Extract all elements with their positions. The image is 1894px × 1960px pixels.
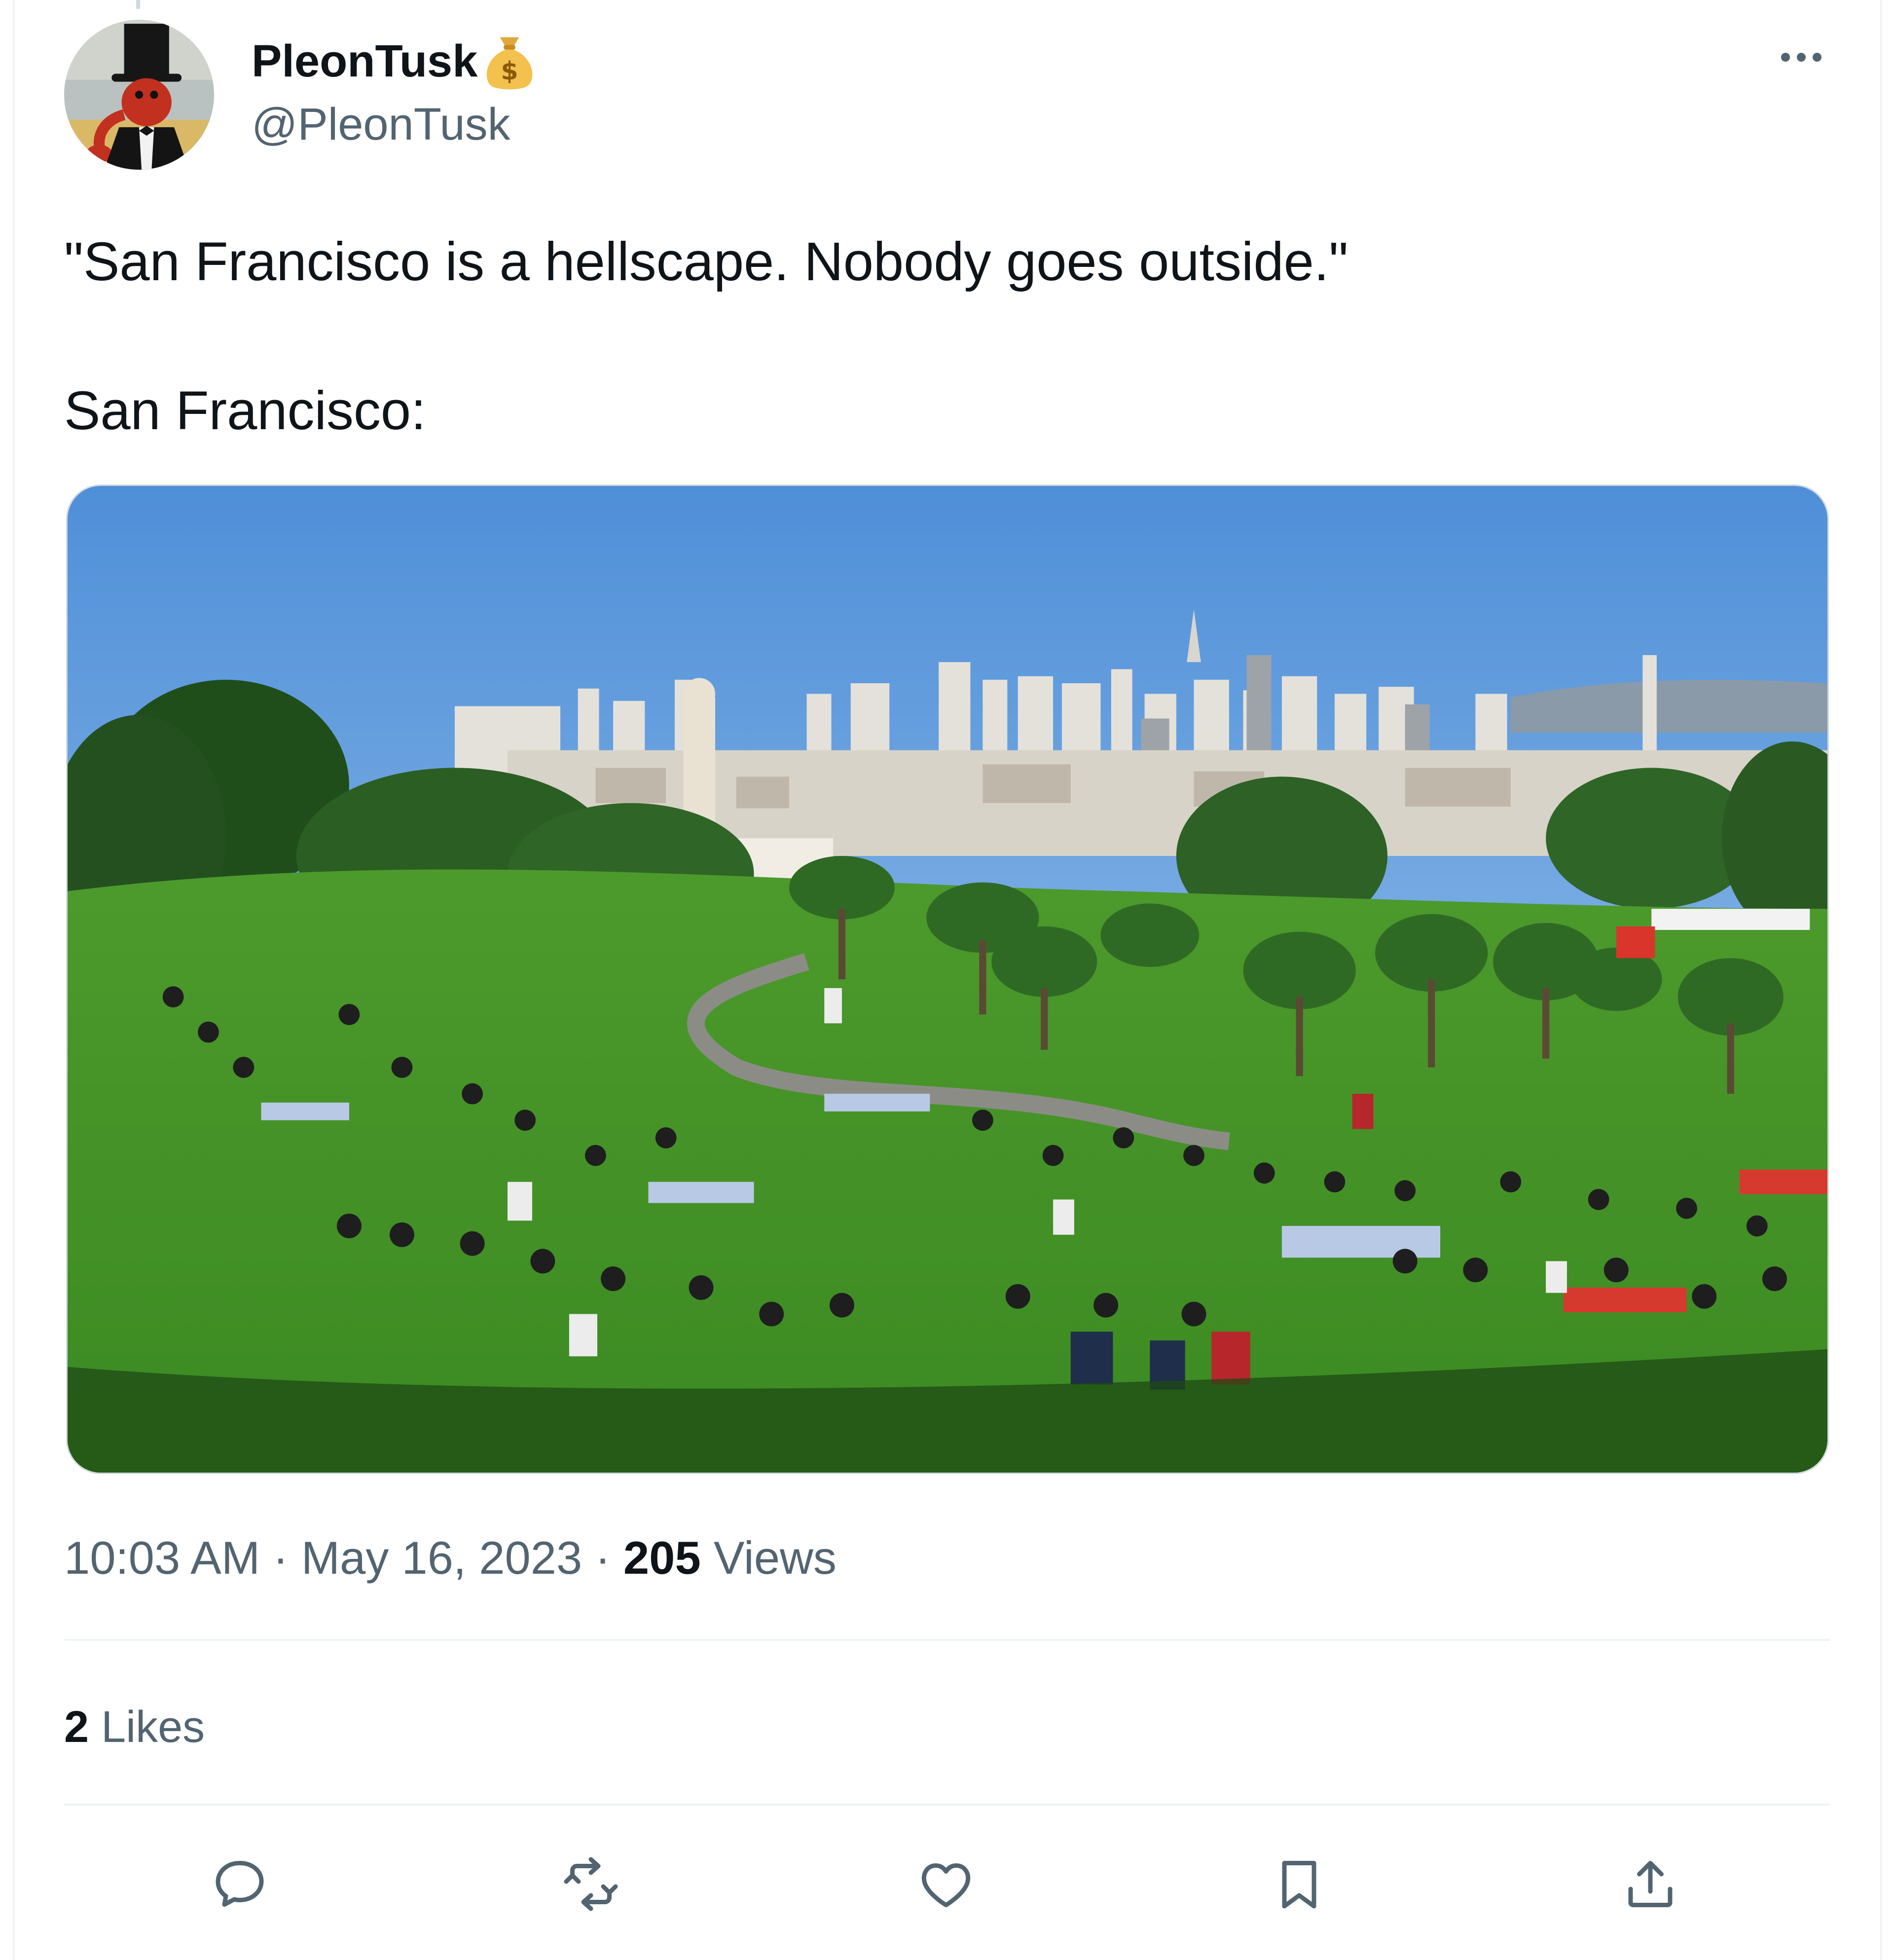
likes-count[interactable]: 2 (64, 1702, 89, 1752)
retweet-icon (564, 1857, 618, 1911)
svg-text:$: $ (501, 56, 518, 85)
reply-button[interactable] (208, 1852, 272, 1916)
avatar[interactable] (64, 20, 214, 170)
author-handle[interactable]: @PleonTusk (252, 92, 510, 157)
tweet-photo[interactable] (66, 484, 1829, 1474)
tweet-text-line-2: San Francisco: (64, 380, 426, 441)
card-border-left (13, 0, 15, 1960)
divider-top (64, 1639, 1830, 1641)
meta-separator-2: · (595, 1532, 611, 1584)
moneybag-icon: $ (487, 37, 533, 90)
park-skyline-photo (68, 486, 1827, 1473)
likes-label[interactable]: Likes (101, 1702, 205, 1752)
views-label[interactable]: Views (714, 1532, 837, 1584)
thread-connector (136, 0, 140, 9)
lobster-in-top-hat-avatar-icon (64, 20, 214, 170)
author-display-name[interactable]: PleonTusk (252, 29, 477, 94)
divider-bottom (64, 1804, 1830, 1806)
share-icon (1628, 1861, 1673, 1907)
tweet-date[interactable]: May 16, 2023 (301, 1532, 583, 1584)
share-button[interactable] (1618, 1852, 1682, 1916)
tweet-meta: 10:03 AM · May 16, 2023 · 205 Views (64, 1525, 837, 1590)
tweet-time[interactable]: 10:03 AM (64, 1532, 260, 1584)
bookmark-button[interactable] (1267, 1852, 1331, 1916)
card-border-right (1880, 0, 1882, 1960)
reply-icon (216, 1861, 264, 1907)
views-count[interactable]: 205 (623, 1532, 701, 1584)
heart-icon (921, 1863, 971, 1907)
author-name-row[interactable]: PleonTusk $ (252, 29, 539, 94)
tweet-text-line-1: "San Francisco is a hellscape. Nobody go… (64, 231, 1348, 292)
like-button[interactable] (914, 1852, 978, 1916)
bookmark-icon (1282, 1861, 1316, 1909)
tweet-page: PleonTusk $ @PleonTusk "San Francisco is… (0, 0, 1894, 1960)
retweet-button[interactable] (559, 1852, 623, 1916)
more-options-icon[interactable] (1778, 47, 1825, 67)
meta-separator-1: · (273, 1532, 289, 1584)
likes-row[interactable]: 2 Likes (64, 1695, 205, 1759)
